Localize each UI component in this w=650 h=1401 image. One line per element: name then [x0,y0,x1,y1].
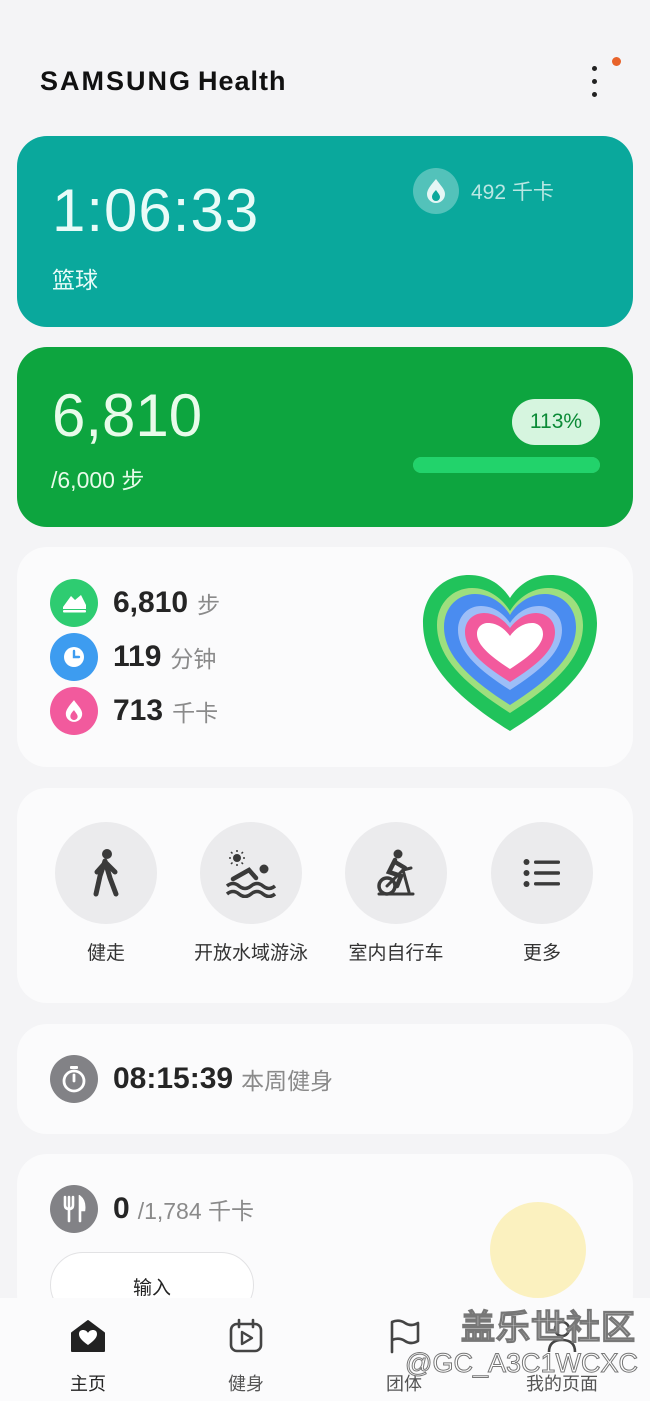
nav-label: 健身 [228,1374,264,1394]
brand-name: SAMSUNG [40,66,193,96]
activity-heart-icon [423,575,597,731]
summary-calories-value: 713 [113,694,164,727]
summary-steps-unit: 步 [197,592,221,618]
weekly-row: 08:15:39 本周健身 [50,1055,333,1103]
nav-home[interactable]: 主页 [28,1316,148,1396]
steps-progress-fill [413,457,600,473]
nav-label: 我的页面 [526,1374,598,1394]
nav-fitness[interactable]: 健身 [186,1316,306,1396]
quick-start-walking[interactable]: 健走 [36,822,176,965]
steps-count: 6,810 [52,382,203,449]
quick-start-card: 健走 开放水域游泳 室内自行车 更多 [17,788,633,1003]
summary-row-steps: 6,810 步 [50,579,220,627]
more-dot-icon [592,92,597,97]
quick-start-label: 开放水域游泳 [193,943,308,964]
app-logo: SAMSUNG Health [40,66,287,97]
nav-label: 团体 [386,1374,422,1394]
more-dot-icon [592,66,597,71]
summary-row-time: 119 分钟 [50,633,216,681]
summary-steps-value: 6,810 [113,586,189,619]
profile-icon [502,1316,622,1356]
walking-icon [55,822,157,924]
quick-start-label: 更多 [522,943,561,964]
bottom-navigation: 主页 健身 团体 我的页面 [0,1298,650,1401]
weekly-label: 本周健身 [241,1068,334,1094]
exercise-calories: 492 千卡 [413,168,554,214]
list-icon [491,822,593,924]
more-options-button[interactable] [580,62,610,102]
swimming-icon [200,822,302,924]
flame-icon [413,168,459,214]
product-name: Health [198,66,287,96]
nav-my-page[interactable]: 我的页面 [502,1316,622,1396]
clock-icon [50,633,98,681]
exercise-type: 篮球 [52,267,98,293]
notification-badge [612,57,621,66]
quick-start-swimming[interactable]: 开放水域游泳 [181,822,321,965]
home-heart-icon [28,1316,148,1356]
calories-value: 492 千卡 [471,181,554,204]
stopwatch-icon [50,1055,98,1103]
summary-time-value: 119 [113,640,162,673]
weekly-time: 08:15:39 [113,1062,234,1095]
bike-icon [345,822,447,924]
app-header: SAMSUNG Health [0,0,650,130]
activity-summary-card[interactable]: 6,810 步 119 分钟 713 千卡 [17,547,633,767]
quick-start-indoor-cycling[interactable]: 室内自行车 [326,822,466,965]
shoe-icon [50,579,98,627]
nav-label: 主页 [70,1374,106,1394]
food-value: 0 [113,1192,130,1225]
steps-card[interactable]: 6,810 /6,000 步 113% [17,347,633,527]
steps-percent-badge: 113% [512,399,600,445]
quick-start-more[interactable]: 更多 [472,822,612,965]
quick-start-label: 健走 [86,943,125,964]
calendar-play-icon [186,1316,306,1356]
steps-progress-bar [413,457,600,473]
flame-icon [50,687,98,735]
weekly-fitness-card[interactable]: 08:15:39 本周健身 [17,1024,633,1134]
summary-calories-unit: 千卡 [172,700,219,726]
more-dot-icon [592,79,597,84]
food-goal: /1,784 千卡 [137,1198,255,1224]
floating-bubble[interactable] [490,1202,586,1298]
steps-goal: /6,000 步 [51,467,145,493]
summary-row-calories: 713 千卡 [50,687,218,735]
flag-icon [344,1316,464,1356]
quick-start-label: 室内自行车 [348,943,444,964]
exercise-duration: 1:06:33 [52,177,260,244]
nav-together[interactable]: 团体 [344,1316,464,1396]
exercise-card[interactable]: 1:06:33 篮球 492 千卡 [17,136,633,327]
summary-time-unit: 分钟 [170,646,217,672]
food-row: 0 /1,784 千卡 [50,1185,254,1233]
fork-knife-icon [50,1185,98,1233]
